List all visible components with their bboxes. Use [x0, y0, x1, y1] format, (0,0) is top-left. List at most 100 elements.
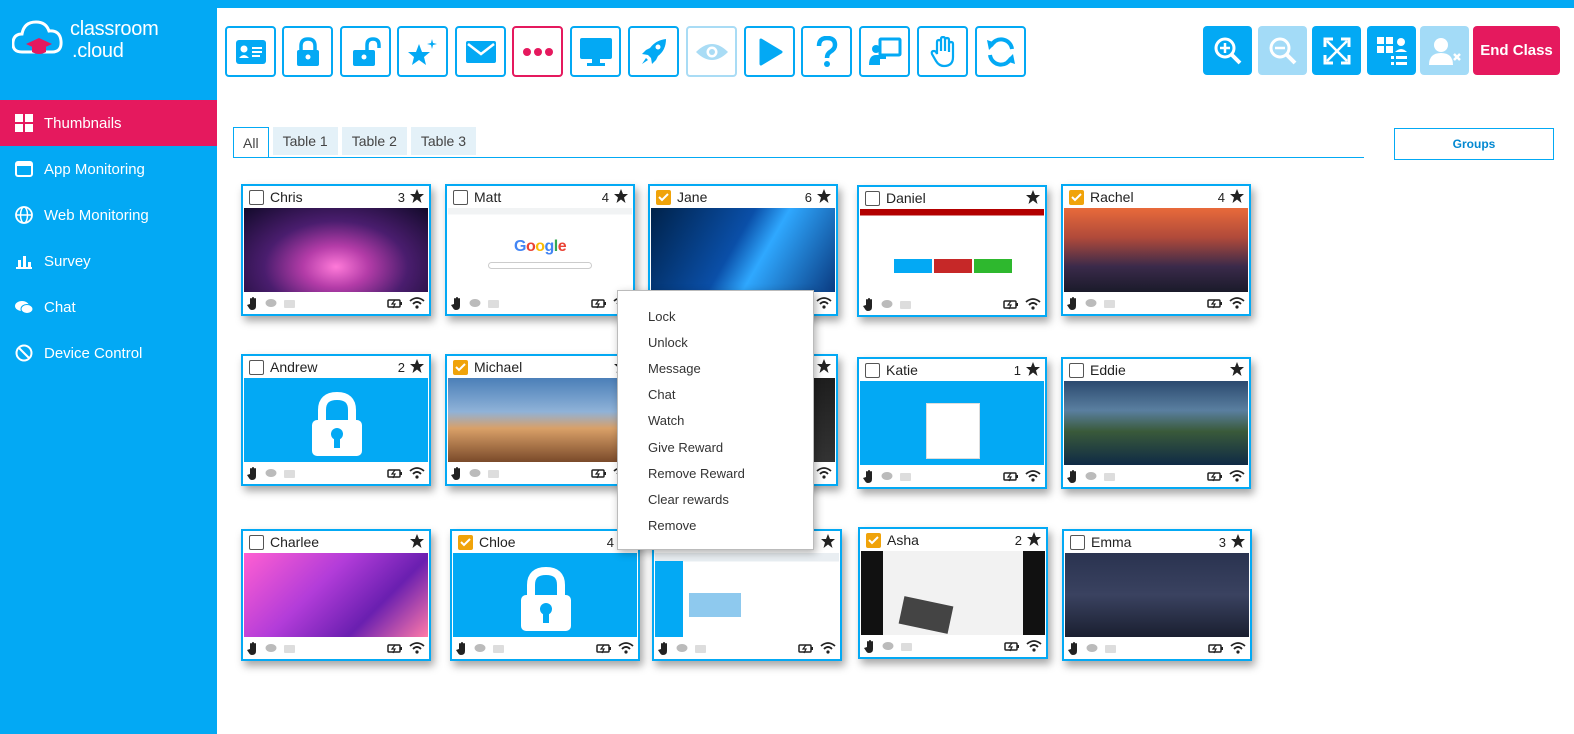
- wifi-icon: [1026, 640, 1042, 652]
- screen-thumbnail[interactable]: [861, 551, 1045, 635]
- play-button[interactable]: [744, 26, 795, 77]
- select-checkbox[interactable]: [453, 359, 468, 375]
- lock-button[interactable]: [282, 26, 333, 77]
- hand-icon: [451, 296, 460, 310]
- group-tabs: All Table 1 Table 2 Table 3: [233, 127, 480, 158]
- star-icon: [1230, 533, 1246, 552]
- zoom-in-button[interactable]: [1203, 26, 1252, 75]
- launch-button[interactable]: [628, 26, 679, 77]
- menu-item-remove[interactable]: Remove: [618, 513, 813, 539]
- menu-item-remove-reward[interactable]: Remove Reward: [618, 460, 813, 486]
- student-card[interactable]: Asha 2: [858, 527, 1048, 659]
- select-checkbox[interactable]: [1070, 534, 1085, 550]
- card-header: Eddie: [1063, 359, 1249, 381]
- help-icon: [816, 35, 837, 67]
- hand-icon: [658, 641, 667, 655]
- present-button[interactable]: [859, 26, 910, 77]
- screen-thumbnail[interactable]: [453, 553, 637, 637]
- end-class-button[interactable]: End Class: [1473, 26, 1560, 75]
- sidebar-item-app-monitoring[interactable]: App Monitoring: [0, 146, 217, 192]
- student-card[interactable]: Charlee: [241, 529, 431, 661]
- chat-icon: [469, 298, 481, 307]
- screen-thumbnail[interactable]: [244, 378, 428, 462]
- screen-thumbnail[interactable]: [1065, 553, 1249, 637]
- select-checkbox[interactable]: [249, 534, 264, 550]
- message-button[interactable]: [455, 26, 506, 77]
- select-checkbox[interactable]: [865, 190, 880, 206]
- screen-thumbnail[interactable]: [244, 553, 428, 637]
- menu-item-unlock[interactable]: Unlock: [618, 329, 813, 355]
- student-card[interactable]: Rachel 4: [1061, 184, 1251, 316]
- screen-thumbnail[interactable]: [860, 381, 1044, 465]
- select-checkbox[interactable]: [249, 359, 264, 375]
- select-checkbox[interactable]: [1069, 189, 1084, 205]
- menu-item-watch[interactable]: Watch: [618, 408, 813, 434]
- sidebar-item-thumbnails[interactable]: Thumbnails: [0, 100, 217, 146]
- hand-icon: [247, 296, 256, 310]
- camera-icon: [284, 644, 295, 653]
- menu-item-message[interactable]: Message: [618, 355, 813, 381]
- screen-thumbnail[interactable]: [1064, 381, 1248, 465]
- menu-item-lock[interactable]: Lock: [618, 303, 813, 329]
- student-card[interactable]: Michael: [445, 354, 635, 486]
- tab-table-1[interactable]: Table 1: [272, 127, 338, 155]
- register-button[interactable]: [225, 26, 276, 77]
- wifi-icon: [618, 642, 634, 654]
- student-card[interactable]: Katie 1: [857, 357, 1047, 489]
- student-card[interactable]: Andrew 2: [241, 354, 431, 486]
- student-name: Katie: [886, 362, 918, 378]
- tab-table-2[interactable]: Table 2: [341, 127, 407, 155]
- screen-thumbnail[interactable]: [655, 553, 839, 637]
- card-header: Matt 4: [447, 186, 633, 208]
- student-card[interactable]: Eddie: [1061, 357, 1251, 489]
- zoom-out-button[interactable]: [1258, 26, 1307, 75]
- select-checkbox[interactable]: [458, 534, 473, 550]
- camera-icon: [284, 299, 295, 308]
- hand-icon: [863, 469, 872, 483]
- screen-thumbnail[interactable]: [1064, 208, 1248, 292]
- fit-screen-button[interactable]: [1312, 26, 1361, 75]
- group-list-button[interactable]: [1367, 26, 1416, 75]
- refresh-button[interactable]: [975, 26, 1026, 77]
- menu-item-give-reward[interactable]: Give Reward: [618, 434, 813, 460]
- menu-item-clear-rewards[interactable]: Clear rewards: [618, 486, 813, 512]
- screen-thumbnail[interactable]: [244, 208, 428, 292]
- student-card[interactable]: Chloe 4: [450, 529, 640, 661]
- screen-thumbnail[interactable]: [651, 208, 835, 292]
- monitor-button[interactable]: [570, 26, 621, 77]
- sidebar-item-web-monitoring[interactable]: Web Monitoring: [0, 192, 217, 238]
- screen-thumbnail[interactable]: Google: [448, 208, 632, 292]
- tab-all[interactable]: All: [233, 127, 269, 158]
- unlock-button[interactable]: [340, 26, 391, 77]
- hand-button[interactable]: [917, 26, 968, 77]
- reward-button[interactable]: [397, 26, 448, 77]
- reward-icon: [407, 38, 437, 65]
- sidebar-item-chat[interactable]: Chat: [0, 284, 217, 330]
- battery-icon: [596, 643, 611, 653]
- student-card[interactable]: Emma 3: [1062, 529, 1252, 661]
- hand-icon: [247, 466, 256, 480]
- more-button[interactable]: [512, 26, 563, 77]
- groups-button[interactable]: Groups: [1394, 128, 1554, 160]
- card-status-bar: [243, 462, 429, 484]
- sidebar-item-device-control[interactable]: Device Control: [0, 330, 217, 376]
- remove-user-button[interactable]: [1420, 26, 1469, 75]
- select-checkbox[interactable]: [249, 189, 264, 205]
- select-checkbox[interactable]: [865, 362, 880, 378]
- screen-thumbnail[interactable]: [860, 209, 1044, 293]
- menu-item-chat[interactable]: Chat: [618, 382, 813, 408]
- block-icon: [14, 343, 34, 363]
- screen-thumbnail[interactable]: [448, 378, 632, 462]
- watch-button[interactable]: [686, 26, 737, 77]
- select-checkbox[interactable]: [453, 189, 468, 205]
- help-button[interactable]: [801, 26, 852, 77]
- select-checkbox[interactable]: [656, 189, 671, 205]
- student-card[interactable]: Matt 4 Google: [445, 184, 635, 316]
- select-checkbox[interactable]: [1069, 362, 1084, 378]
- student-card[interactable]: Daniel: [857, 185, 1047, 317]
- card-status-bar: [860, 635, 1046, 657]
- student-card[interactable]: Chris 3: [241, 184, 431, 316]
- tab-table-3[interactable]: Table 3: [410, 127, 477, 155]
- sidebar-item-survey[interactable]: Survey: [0, 238, 217, 284]
- select-checkbox[interactable]: [866, 532, 881, 548]
